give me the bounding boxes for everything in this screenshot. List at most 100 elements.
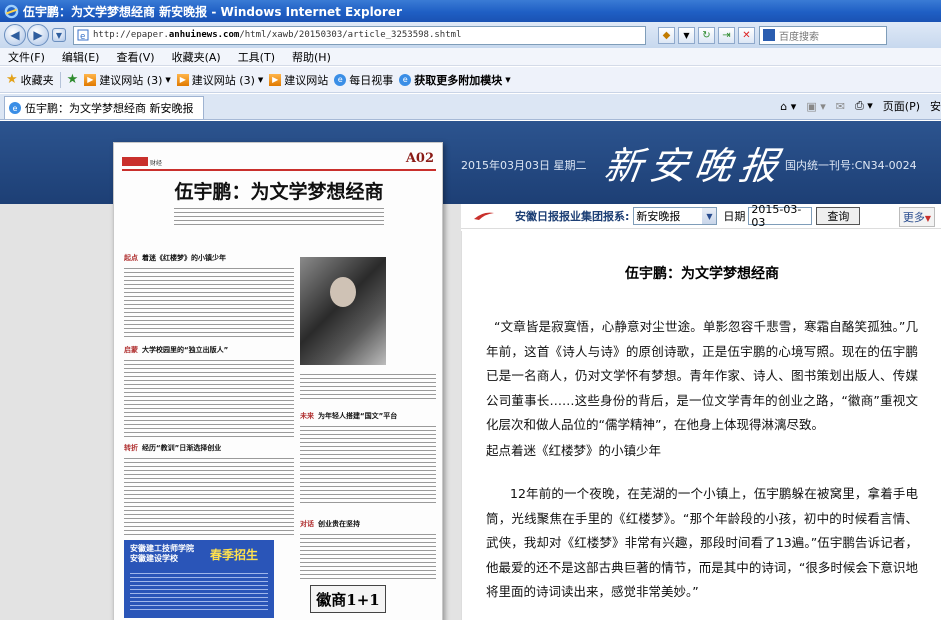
star-icon: ★	[6, 72, 18, 87]
orange-tag-icon: ▶	[84, 73, 97, 86]
fav-item-suggested-2[interactable]: ▶ 建议网站 (3) ▼	[176, 72, 264, 88]
paper-subhead[interactable]: 对话 创业贵在坚持	[300, 519, 360, 529]
paper-subhead[interactable]: 未来 为年轻人搭建“国文”平台	[300, 411, 397, 421]
menu-help[interactable]: 帮助(H)	[292, 49, 331, 65]
url-host: anhuinews.com	[168, 30, 240, 40]
article-paragraph: 12年前的一个夜晚，在芜湖的一个小镇上，伍宇鹏躲在被窝里，拿着手电筒，光线聚焦在…	[486, 486, 918, 599]
group-label: 安徽日报报业集团报系:	[515, 210, 630, 223]
fav-item-label: 建议网站 (3)	[191, 73, 255, 87]
fav-item-label: 建议网站	[284, 73, 329, 87]
query-button[interactable]: 查询	[816, 207, 861, 225]
mail-icon[interactable]: ✉	[836, 100, 845, 113]
paper-promo-logo: 徽商1+1	[310, 585, 386, 613]
paper-logo	[122, 157, 148, 166]
date-label: 日期	[723, 210, 746, 223]
more-button[interactable]: 更多▼	[898, 207, 935, 227]
paper-column-text	[300, 423, 436, 503]
paper-portrait-photo	[300, 257, 386, 365]
paper-page-number: A02	[405, 151, 434, 166]
search-placeholder: 百度搜索	[779, 31, 819, 43]
page-ie-icon: e	[77, 29, 89, 41]
nav-history-dropdown-icon[interactable]: ▼	[52, 28, 66, 42]
print-icon[interactable]: ⎙ ▾	[855, 99, 873, 113]
stop-icon[interactable]: ✕	[738, 26, 755, 44]
menu-edit[interactable]: 编辑(E)	[62, 49, 100, 65]
ie-icon: e	[399, 73, 412, 86]
safety-menu[interactable]: 安	[930, 98, 941, 114]
add-favorite-icon[interactable]: ★	[67, 72, 79, 87]
command-bar: ⌂ ▾ ▣ ▾ ✉ ⎙ ▾ 页面(P) 安	[780, 98, 941, 114]
menu-view[interactable]: 查看(V)	[116, 49, 154, 65]
paper-school-ad[interactable]: 安徽建工技师学院 安徽建设学校 春季招生	[124, 540, 274, 618]
article-subhead: 起点着迷《红楼梦》的小镇少年	[486, 443, 662, 458]
paper-column-text	[300, 531, 436, 579]
go-icon[interactable]: ⇥	[718, 26, 735, 44]
url-path: /html/xawb/20150303/article_3253598.shtm…	[239, 30, 462, 40]
header-issn: 国内统一刊号:CN34-0024	[785, 159, 917, 172]
menu-tools[interactable]: 工具(T)	[238, 49, 275, 65]
web-page: 2015年03月03日 星期二 新安晚报 国内统一刊号:CN34-0024 财经…	[0, 121, 941, 620]
ie-logo-icon	[4, 4, 19, 18]
date-input[interactable]: 2015-03-03	[748, 203, 813, 229]
paper-select[interactable]: 新安晚报 ▼	[633, 207, 718, 225]
article-panel: 伍宇鹏：为文学梦想经商 “文章皆是寂寞悟，心静意对尘世途。单影忽容千悲雪，寒霜自…	[461, 231, 941, 620]
paper-column-text	[124, 357, 294, 437]
favorites-label: 收藏夹	[20, 73, 54, 87]
paper-headline[interactable]: 伍宇鹏：为文学梦想经商	[114, 177, 442, 204]
chevron-down-icon: ▼	[505, 75, 511, 84]
url-prefix: http://epaper.	[93, 30, 169, 40]
orange-tag-icon: ▶	[269, 73, 282, 86]
fav-item-suggested-3[interactable]: ▶ 建议网站	[269, 72, 328, 88]
search-input[interactable]: 百度搜索	[759, 25, 887, 45]
baidu-icon	[763, 29, 775, 41]
address-bar: ◀ ▶ ▼ e http://epaper. anhuinews.com/html…	[0, 22, 941, 48]
paper-subhead[interactable]: 启蒙 大学校园里的“独立出版人”	[124, 345, 228, 355]
ie-icon: e	[9, 102, 21, 114]
fav-item-suggested-1[interactable]: ▶ 建议网站 (3) ▼	[84, 72, 171, 88]
fav-item-addons[interactable]: e 获取更多附加模块 ▼	[399, 72, 511, 88]
feeds-icon[interactable]: ▣ ▾	[806, 100, 825, 113]
ad-school-2: 安徽建设学校	[130, 554, 178, 563]
group-logo-icon	[474, 212, 494, 220]
window-title-bar: 伍宇鹏：为文学梦想经商 新安晚报 - Windows Internet Expl…	[0, 0, 941, 22]
home-icon[interactable]: ⌂ ▾	[780, 100, 796, 113]
menu-file[interactable]: 文件(F)	[8, 49, 45, 65]
chevron-down-icon: ▼	[257, 75, 264, 84]
paper-subhead[interactable]: 起点 着迷《红楼梦》的小镇少年	[124, 253, 226, 263]
article-paragraph: “文章皆是寂寞悟，心静意对尘世途。单影忽容千悲雪，寒霜自酪笑孤独。”几年前，这首…	[486, 319, 918, 432]
paper-caption-text	[300, 371, 436, 401]
page-refresh-icon[interactable]: ↻	[698, 26, 715, 44]
fav-item-label: 获取更多附加模块	[414, 73, 503, 87]
compat-view-icon[interactable]: ◆	[658, 26, 675, 44]
fav-item-label: 建议网站 (3)	[99, 73, 163, 87]
menu-favorites[interactable]: 收藏夹(A)	[172, 49, 221, 65]
newspaper-page-image[interactable]: 财经 A02 伍宇鹏：为文学梦想经商 起点 着迷《红楼梦》的小镇少年 启蒙 大学校园…	[113, 142, 443, 620]
tab-label: 伍宇鹏：为文学梦想经商 新安晚报	[25, 102, 194, 115]
ad-school-1: 安徽建工技师学院	[130, 544, 194, 553]
ie-icon: e	[334, 73, 347, 86]
tab-row: e 伍宇鹏：为文学梦想经商 新安晚报 ⌂ ▾ ▣ ▾ ✉ ⎙ ▾ 页面(P) 安	[0, 94, 941, 120]
paper-column-text	[124, 455, 294, 535]
back-button[interactable]: ◀	[4, 24, 26, 46]
page-menu[interactable]: 页面(P)	[883, 98, 920, 114]
tab-active[interactable]: e 伍宇鹏：为文学梦想经商 新安晚报	[4, 96, 204, 119]
paper-toolbar: 安徽日报报业集团报系: 新安晚报 ▼ 日期 2015-03-03 查询 更多▼	[461, 203, 941, 229]
chevron-down-icon: ▼	[702, 208, 717, 224]
window-title: 伍宇鹏：为文学梦想经商 新安晚报 - Windows Internet Expl…	[23, 4, 402, 19]
chevron-down-icon: ▼	[165, 75, 171, 84]
paper-subhead[interactable]: 转折 经历“教训”日渐选择创业	[124, 443, 221, 453]
favorites-bar: ★ 收藏夹 ★ ▶ 建议网站 (3) ▼ ▶ 建议网站 (3) ▼ ▶ 建议网站…	[0, 67, 941, 93]
forward-button[interactable]: ▶	[27, 24, 49, 46]
favorites-button[interactable]: ★ 收藏夹	[6, 72, 54, 88]
paper-column-text	[124, 265, 294, 339]
menu-bar: 文件(F) 编辑(E) 查看(V) 收藏夹(A) 工具(T) 帮助(H)	[0, 48, 941, 66]
paper-top-strip: 财经 A02	[122, 151, 436, 171]
orange-tag-icon: ▶	[176, 73, 189, 86]
fav-item-label: 每日视事	[349, 73, 394, 87]
separator	[59, 71, 61, 88]
fav-item-daily[interactable]: e 每日视事	[334, 72, 393, 88]
url-input[interactable]: e http://epaper. anhuinews.com/html/xawb/…	[73, 25, 646, 45]
svg-text:e: e	[80, 32, 85, 41]
paper-select-value: 新安晚报	[636, 210, 681, 223]
address-dropdown-icon[interactable]: ▼	[678, 26, 695, 44]
